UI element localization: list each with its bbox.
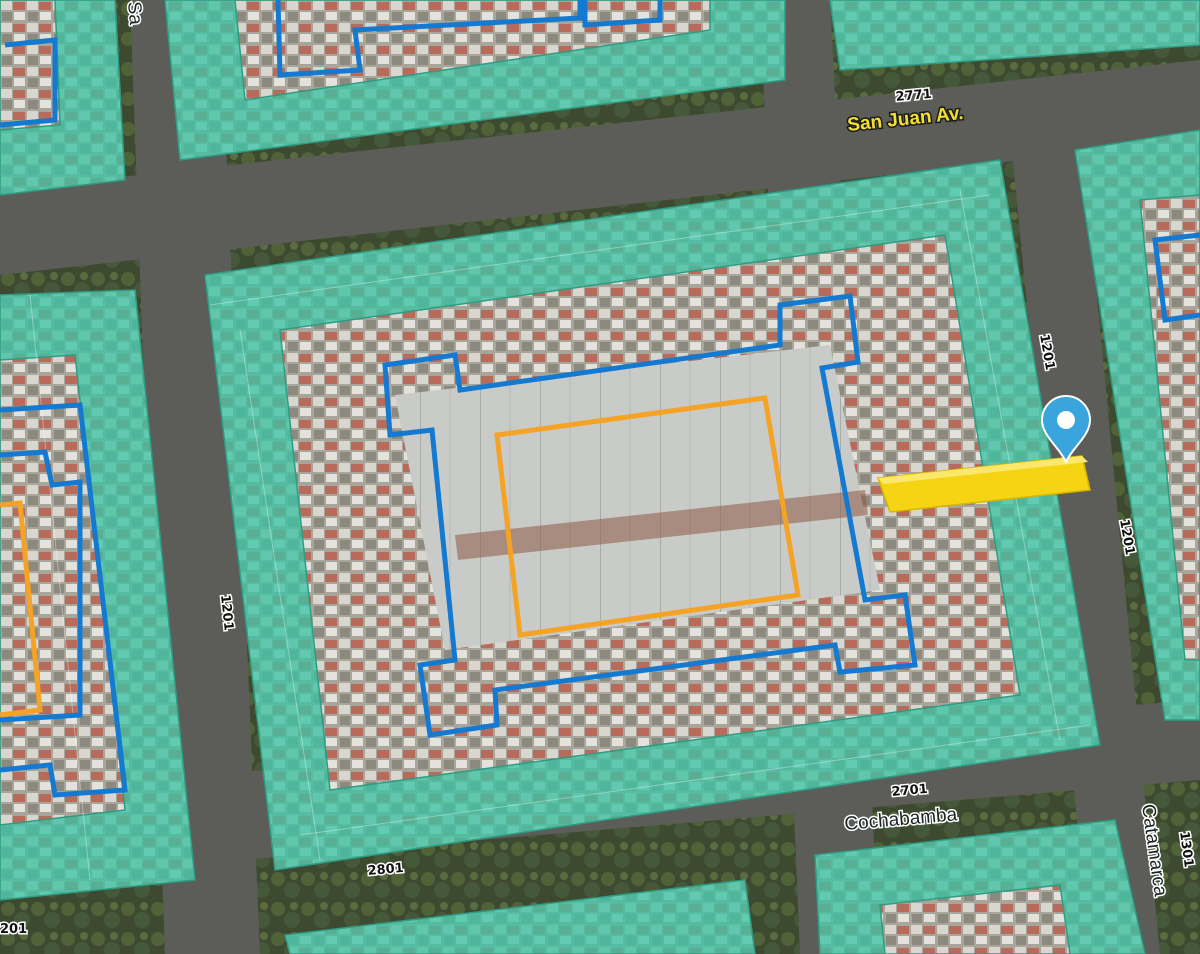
address-2701: 2701: [891, 782, 928, 800]
address-2801: 2801: [367, 861, 404, 879]
street-label-partial: Sa: [123, 1, 146, 26]
address-201-bottom-left: 201: [0, 922, 27, 937]
map-canvas[interactable]: San Juan Av. Cochabamba Catamarca Sa 277…: [0, 0, 1200, 954]
address-2771: 2771: [895, 87, 932, 105]
